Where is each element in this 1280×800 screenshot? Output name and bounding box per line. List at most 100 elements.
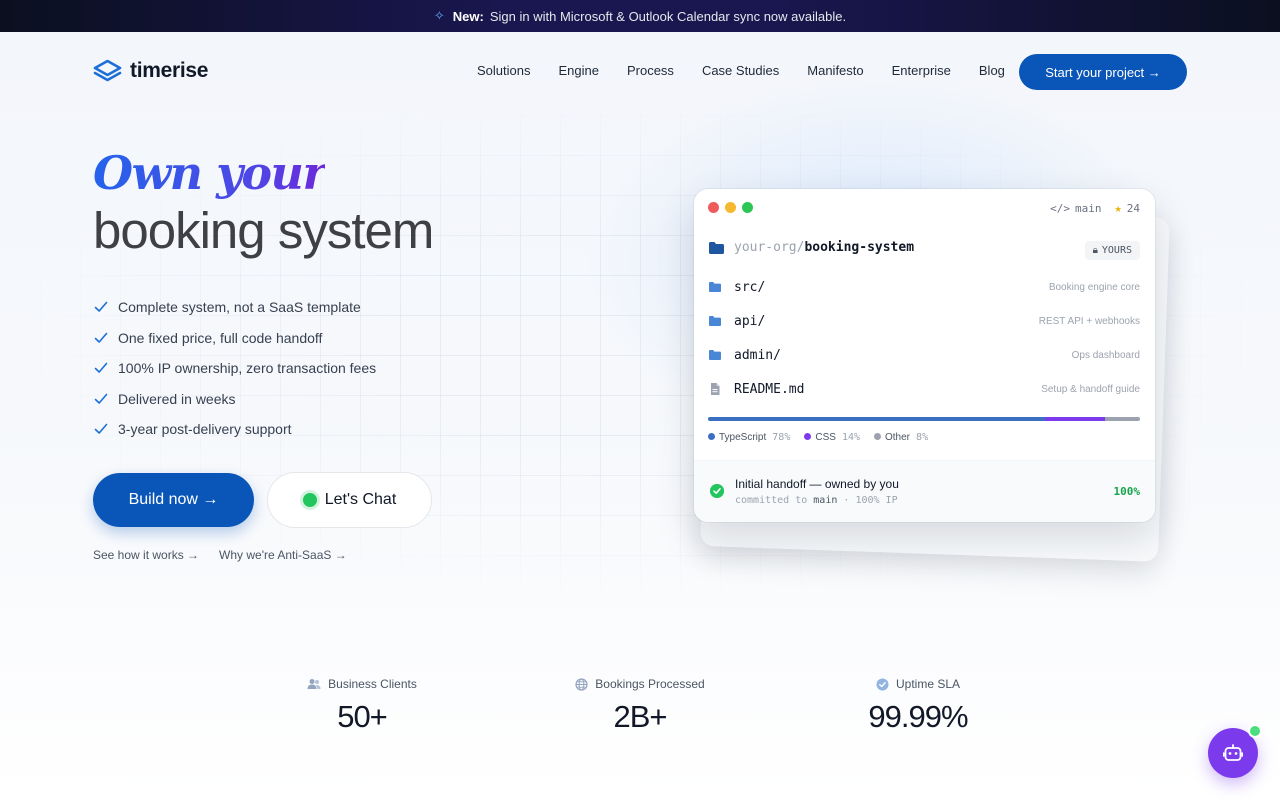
language-bar bbox=[708, 417, 1140, 421]
legend-item-typescript: TypeScript 78% bbox=[708, 432, 790, 443]
other-dot-icon bbox=[874, 433, 881, 440]
logo[interactable]: timerise bbox=[93, 58, 208, 84]
announcement-bar[interactable]: ✧ New: Sign in with Microsoft & Outlook … bbox=[0, 0, 1280, 32]
feature-item: Delivered in weeks bbox=[93, 384, 376, 415]
users-icon bbox=[307, 679, 321, 689]
folder-icon bbox=[709, 241, 724, 254]
stat-label: Uptime SLA bbox=[895, 677, 961, 691]
file-name: README.md bbox=[734, 381, 805, 397]
file-name: src/ bbox=[734, 279, 766, 295]
nav-item-case-studies[interactable]: Case Studies bbox=[702, 63, 779, 78]
file-description: Ops dashboard bbox=[1071, 349, 1140, 361]
nav-item-blog[interactable]: Blog bbox=[979, 63, 1005, 78]
chatbot-online-indicator bbox=[1248, 724, 1262, 738]
nav-item-enterprise[interactable]: Enterprise bbox=[892, 63, 951, 78]
language-bar-segment bbox=[1044, 417, 1106, 421]
check-circle-icon bbox=[710, 484, 724, 498]
stat-business-clients: Business Clients 50+ bbox=[262, 677, 462, 735]
feature-item: Complete system, not a SaaS template bbox=[93, 292, 376, 323]
file-list: src/ Booking engine core api/ REST API +… bbox=[708, 270, 1140, 406]
build-now-button[interactable]: Build now → bbox=[93, 473, 254, 527]
commit-percent: 100% bbox=[1113, 485, 1141, 498]
robot-icon bbox=[1223, 744, 1243, 761]
stat-uptime-sla: Uptime SLA 99.99% bbox=[818, 677, 1018, 735]
legend-item-other: Other 8% bbox=[874, 432, 928, 443]
stat-value: 50+ bbox=[337, 699, 388, 734]
announcement-text: Sign in with Microsoft & Outlook Calenda… bbox=[489, 8, 847, 24]
typescript-dot-icon bbox=[708, 433, 715, 440]
commit-message: Initial handoff — owned by you bbox=[735, 477, 899, 491]
lets-chat-label: Let's Chat bbox=[324, 491, 397, 508]
file-row[interactable]: admin/ Ops dashboard bbox=[708, 338, 1140, 372]
file-description: REST API + webhooks bbox=[1038, 315, 1140, 327]
star-icon: ★ bbox=[1114, 201, 1122, 215]
file-row[interactable]: src/ Booking engine core bbox=[708, 270, 1140, 304]
legend-item-css: CSS 14% bbox=[804, 432, 860, 443]
ownership-badge: 🔒︎ YOURS bbox=[1084, 241, 1140, 260]
anti-saas-link[interactable]: Why we're Anti-SaaS → bbox=[219, 548, 347, 562]
globe-icon bbox=[575, 677, 588, 691]
window-controls bbox=[708, 202, 753, 213]
nav-item-process[interactable]: Process bbox=[627, 63, 674, 78]
language-bar-segment bbox=[708, 417, 1045, 421]
feature-text: 3-year post-delivery support bbox=[118, 421, 292, 438]
nav-item-engine[interactable]: Engine bbox=[558, 63, 598, 78]
language-percent: 8% bbox=[916, 432, 929, 443]
branch-name: main bbox=[1075, 201, 1102, 215]
language-name: TypeScript bbox=[719, 432, 767, 443]
feature-item: One fixed price, full code handoff bbox=[93, 323, 376, 354]
language-name: CSS bbox=[815, 432, 836, 443]
nav-item-manifesto[interactable]: Manifesto bbox=[807, 63, 863, 78]
feature-list: Complete system, not a SaaS template One… bbox=[93, 292, 376, 445]
css-dot-icon bbox=[804, 433, 812, 440]
folder-icon bbox=[709, 350, 721, 360]
maximize-dot-icon bbox=[742, 202, 753, 213]
folder-icon bbox=[709, 316, 721, 326]
minimize-dot-icon bbox=[725, 202, 736, 213]
file-icon bbox=[711, 383, 720, 395]
feature-item: 3-year post-delivery support bbox=[93, 414, 376, 445]
file-description: Booking engine core bbox=[1048, 281, 1140, 293]
language-percent: 78% bbox=[772, 432, 791, 443]
commit-branch: main bbox=[813, 495, 838, 506]
branch-info: </> main ★ 24 bbox=[1050, 201, 1140, 215]
main-nav: Solutions Engine Process Case Studies Ma… bbox=[477, 63, 1005, 78]
check-icon bbox=[94, 393, 108, 404]
close-dot-icon bbox=[708, 202, 719, 213]
announcement-prefix: New: bbox=[452, 8, 484, 24]
star-count: 24 bbox=[1126, 201, 1140, 215]
file-name: admin/ bbox=[734, 347, 781, 363]
code-icon: </> bbox=[1050, 201, 1071, 215]
feature-text: One fixed price, full code handoff bbox=[118, 329, 323, 346]
stat-value: 2B+ bbox=[613, 699, 667, 734]
check-icon bbox=[94, 301, 108, 313]
file-row[interactable]: api/ REST API + webhooks bbox=[708, 304, 1140, 338]
commit-row: Initial handoff — owned by you committed… bbox=[694, 460, 1155, 522]
language-bar-segment bbox=[1105, 417, 1140, 421]
nav-item-solutions[interactable]: Solutions bbox=[477, 63, 530, 78]
language-percent: 14% bbox=[841, 432, 860, 443]
feature-text: Complete system, not a SaaS template bbox=[118, 299, 361, 316]
sparkle-icon: ✧ bbox=[433, 8, 445, 23]
language-legend: TypeScript 78% CSS 14% Other 8% bbox=[708, 432, 928, 443]
stat-label: Business Clients bbox=[328, 677, 417, 691]
stat-value: 99.99% bbox=[868, 699, 968, 734]
layers-logo-icon bbox=[93, 59, 122, 82]
verified-icon bbox=[876, 678, 889, 690]
repo-org: your-org/ bbox=[734, 240, 805, 255]
badge-label: YOURS bbox=[1101, 245, 1132, 256]
repo-card: </> main ★ 24 your-org/booking-system 🔒︎… bbox=[694, 189, 1155, 522]
hero-links: See how it works → Why we're Anti-SaaS → bbox=[93, 548, 347, 562]
hero-title: booking system bbox=[93, 202, 434, 259]
repo-path: your-org/booking-system bbox=[708, 240, 914, 255]
see-how-it-works-link[interactable]: See how it works → bbox=[93, 548, 199, 562]
feature-item: 100% IP ownership, zero transaction fees bbox=[93, 353, 376, 384]
stat-label: Bookings Processed bbox=[595, 677, 705, 691]
start-project-button[interactable]: Start your project → bbox=[1019, 54, 1187, 90]
commit-meta-suffix: · 100% IP bbox=[843, 495, 898, 506]
stat-bookings-processed: Bookings Processed 2B+ bbox=[540, 677, 740, 735]
file-row[interactable]: README.md Setup & handoff guide bbox=[708, 372, 1140, 406]
file-description: Setup & handoff guide bbox=[1041, 383, 1140, 395]
repo-name: booking-system bbox=[804, 240, 915, 255]
lets-chat-button[interactable]: Let's Chat bbox=[267, 472, 432, 528]
